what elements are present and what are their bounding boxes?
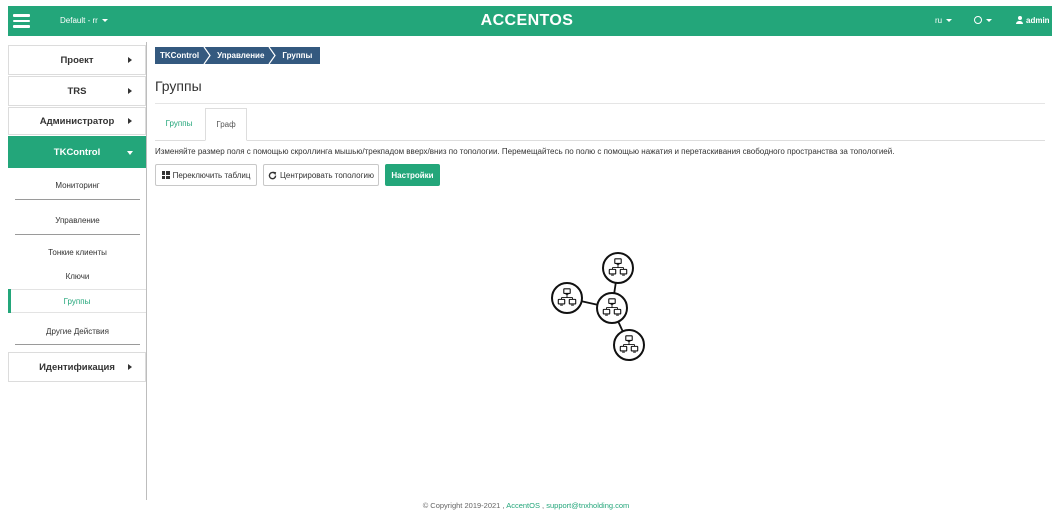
center-topology-label: Центрировать топологию	[280, 170, 374, 180]
hamburger-icon[interactable]	[13, 14, 30, 28]
brand-logo[interactable]: ACCENTOS	[467, 11, 587, 31]
sidebar-item-label: Администратор	[39, 115, 115, 127]
user-icon	[1016, 16, 1023, 24]
breadcrumb-chevron-icon	[268, 47, 277, 64]
sidebar-item-label: Идентификация	[39, 361, 115, 373]
breadcrumb-item-tkcontrol[interactable]: TKControl	[155, 47, 203, 64]
toggle-table-button[interactable]: Переключить таблиц	[155, 164, 257, 186]
sidebar-link-label: Тонкие клиенты	[48, 247, 107, 257]
sidebar-link-keys[interactable]: Ключи	[15, 268, 140, 284]
settings-button[interactable]: Настройки	[385, 164, 440, 186]
user-name: admin	[1026, 16, 1050, 25]
circle-icon	[974, 16, 982, 24]
sidebar-item-identity[interactable]: Идентификация	[8, 352, 146, 382]
sidebar-item-label: TKControl	[53, 146, 101, 158]
breadcrumb: TKControl Управление Группы	[155, 47, 321, 64]
footer: © Copyright 2019-2021 , AccentOS , suppo…	[0, 501, 1052, 511]
topology-help-text: Изменяйте размер поля с помощью скроллин…	[155, 147, 895, 156]
chevron-right-icon	[128, 57, 132, 63]
sidebar-subitem-label: Другие Действия	[46, 327, 109, 336]
app-window: Default - rr ACCENTOS ru admin Проект TR…	[0, 0, 1052, 512]
sidebar-item-label: TRS	[67, 85, 87, 97]
sidebar-subitem-label: Мониторинг	[55, 181, 100, 190]
topology-node-circle	[596, 292, 628, 324]
toggle-table-label: Переключить таблиц	[172, 170, 251, 180]
theme-dropdown[interactable]	[974, 15, 992, 27]
chevron-down-icon	[127, 150, 133, 155]
grid-icon	[161, 171, 170, 179]
tab-graph[interactable]: Граф	[205, 108, 247, 141]
refresh-icon	[268, 171, 277, 179]
sidebar-item-tkcontrol[interactable]: TKControl	[8, 136, 146, 168]
language-label: ru	[935, 16, 943, 25]
topology-node[interactable]	[551, 282, 583, 314]
caret-down-icon	[101, 19, 108, 22]
sidebar-item-project[interactable]: Проект	[8, 45, 146, 75]
footer-separator: ,	[542, 501, 545, 510]
topology-node[interactable]	[596, 292, 628, 324]
caret-down-icon	[986, 19, 992, 22]
sidebar-subitem-management[interactable]: Управление	[15, 207, 140, 235]
topology-graph[interactable]	[540, 245, 660, 370]
tab-bar: Группы Граф	[155, 108, 1045, 141]
sidebar-link-label: Ключи	[65, 271, 90, 281]
sidebar-link-thin-clients[interactable]: Тонкие клиенты	[15, 244, 140, 260]
sidebar-item-admin[interactable]: Администратор	[8, 107, 146, 135]
topology-node-circle	[602, 252, 634, 284]
footer-brand-link[interactable]: AccentOS	[506, 501, 540, 510]
breadcrumb-item-management[interactable]: Управление	[212, 47, 268, 64]
project-dropdown[interactable]: Default - rr	[60, 15, 108, 27]
chevron-right-icon	[128, 118, 132, 124]
sidebar-subitem-other-actions[interactable]: Другие Действия	[15, 319, 140, 345]
project-dropdown-label: Default - rr	[60, 16, 98, 25]
sidebar-item-label: Проект	[60, 54, 94, 66]
breadcrumb-item-groups: Группы	[282, 51, 313, 60]
footer-support-link[interactable]: support@tnxholding.com	[546, 501, 629, 510]
sidebar-subitem-monitoring[interactable]: Мониторинг	[15, 172, 140, 200]
footer-copyright: © Copyright 2019-2021 ,	[422, 501, 505, 510]
sidebar: Проект TRS Администратор TKControl Монит…	[8, 42, 147, 500]
sidebar-link-groups[interactable]: Группы	[8, 289, 146, 313]
sidebar-subitem-label: Управление	[55, 216, 100, 225]
sidebar-item-trs[interactable]: TRS	[8, 76, 146, 106]
topology-node-circle	[551, 282, 583, 314]
active-indicator	[8, 289, 11, 313]
language-dropdown[interactable]: ru	[935, 15, 953, 27]
tab-groups[interactable]: Группы	[155, 108, 203, 140]
chevron-right-icon	[128, 88, 132, 94]
page-title: Группы	[155, 78, 202, 94]
chevron-right-icon	[128, 364, 132, 370]
top-navbar: Default - rr ACCENTOS ru admin	[8, 6, 1052, 36]
topology-node-circle	[613, 329, 645, 361]
caret-down-icon	[946, 19, 953, 22]
center-topology-button[interactable]: Центрировать топологию	[263, 164, 379, 186]
topology-node[interactable]	[613, 329, 645, 361]
topology-node[interactable]	[602, 252, 634, 284]
sidebar-link-label: Группы	[63, 296, 91, 306]
title-divider	[155, 103, 1045, 104]
user-menu[interactable]: admin	[1016, 15, 1050, 27]
breadcrumb-chevron-icon	[203, 47, 211, 64]
